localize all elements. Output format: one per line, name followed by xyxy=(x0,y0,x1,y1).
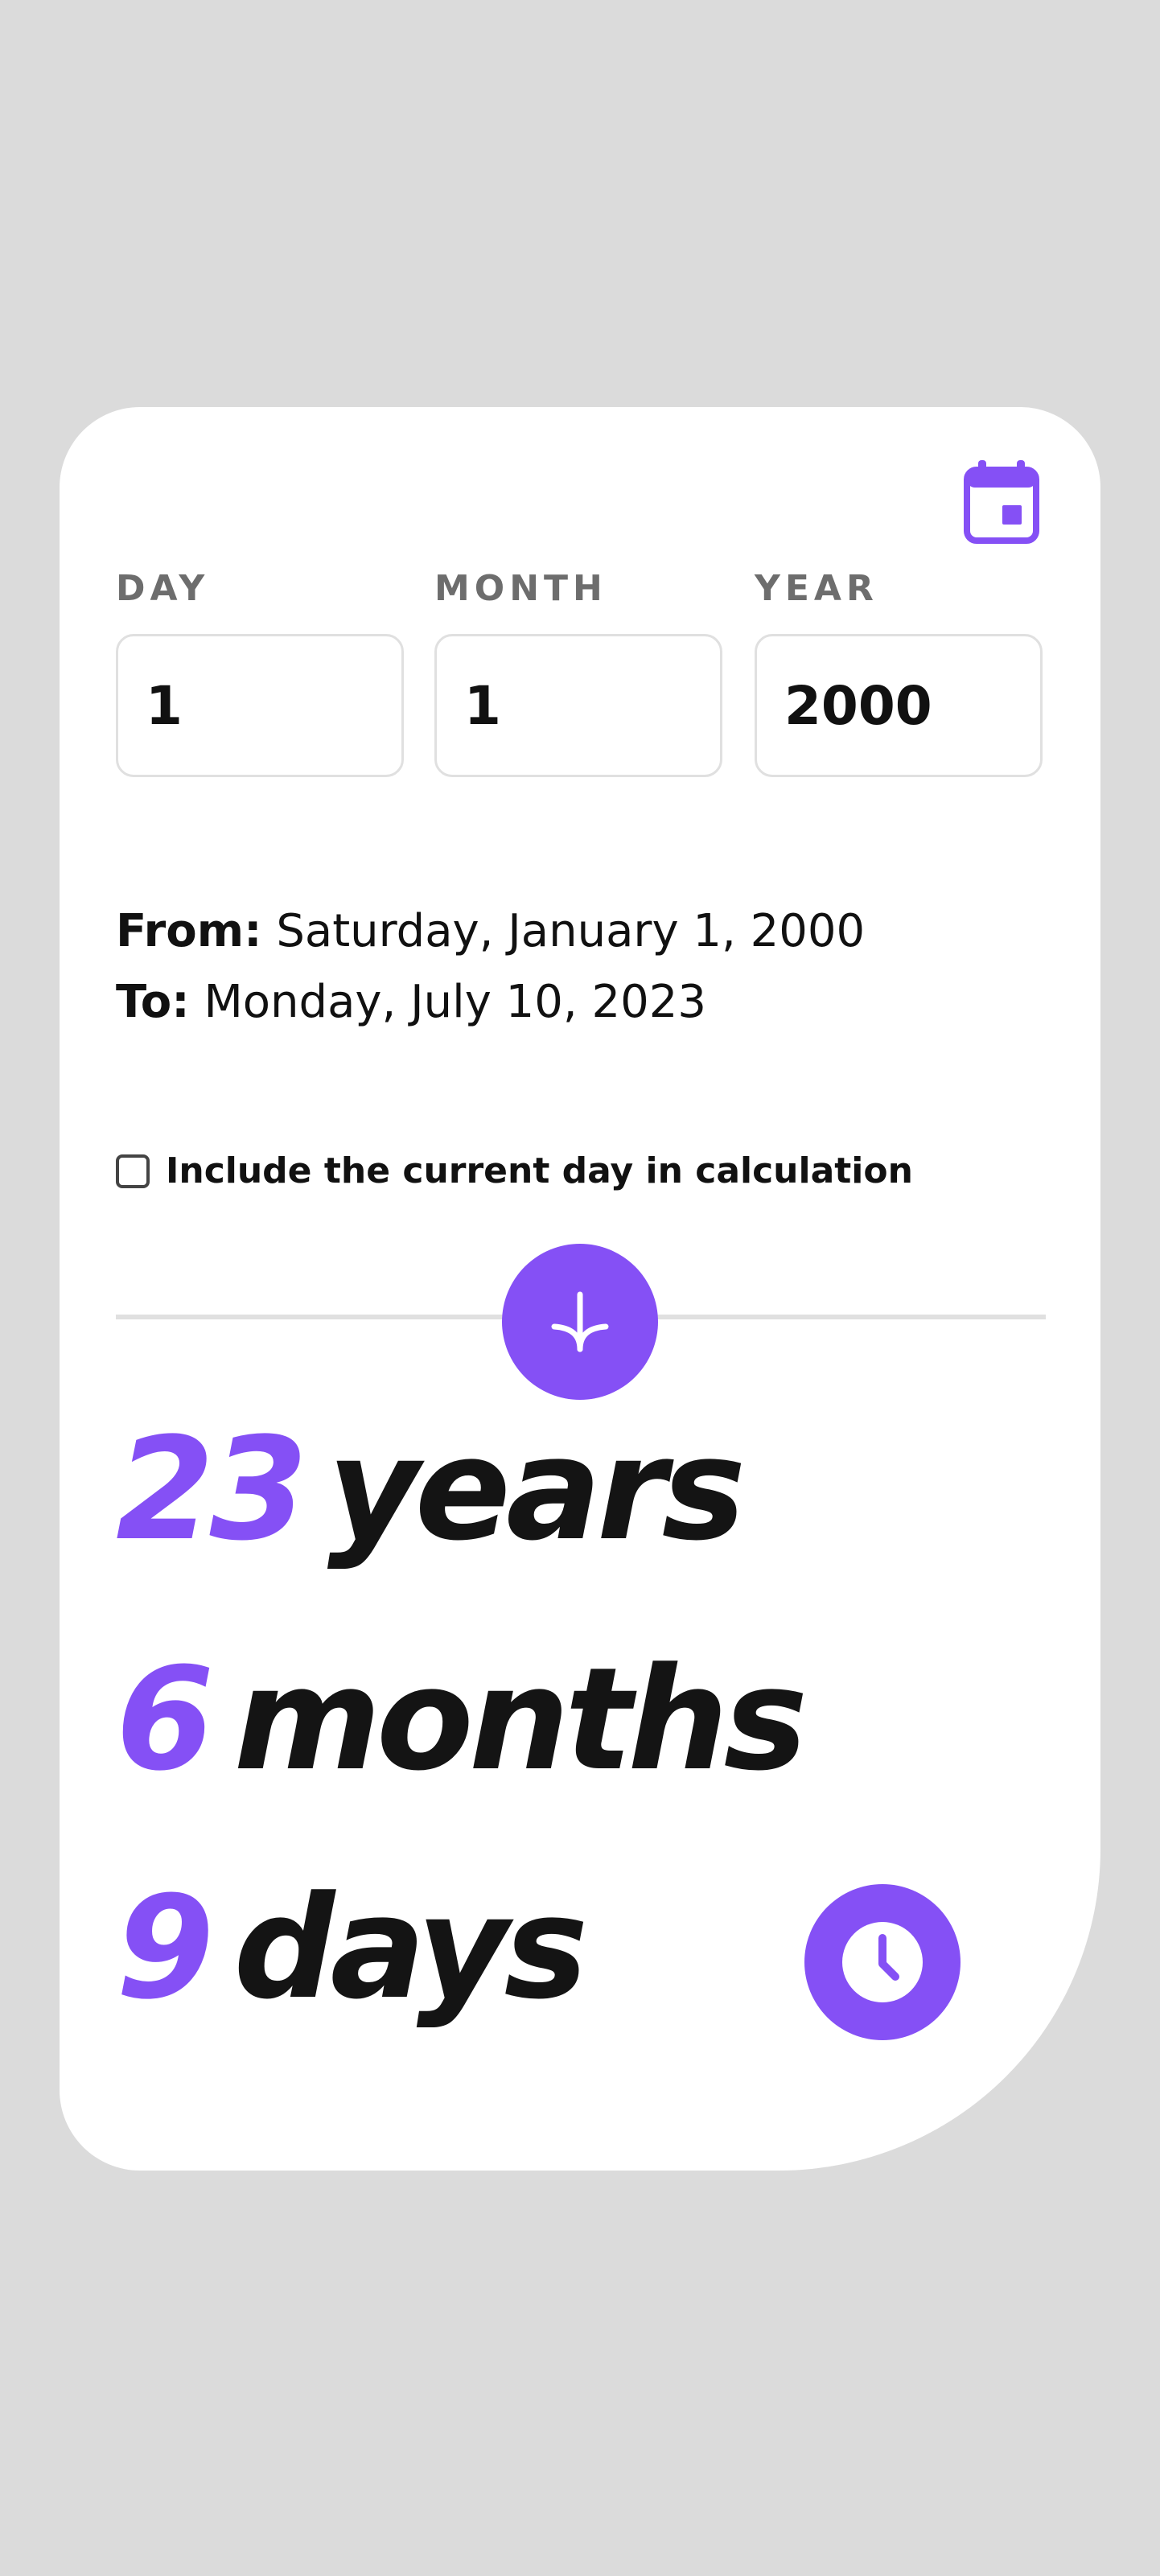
from-value: Saturday, January 1, 2000 xyxy=(276,905,866,957)
year-label: YEAR xyxy=(755,568,878,609)
from-label: From: xyxy=(116,905,262,957)
to-line: To: Monday, July 10, 2023 xyxy=(116,967,865,1038)
month-input[interactable] xyxy=(434,634,722,777)
result-days: 9 days xyxy=(116,1878,588,2019)
include-current-day-label: Include the current day in calculation xyxy=(166,1150,913,1191)
to-value: Monday, July 10, 2023 xyxy=(204,976,707,1028)
year-input[interactable] xyxy=(755,634,1043,777)
days-label: days xyxy=(233,1866,588,2031)
result-years: 23 years xyxy=(116,1419,746,1561)
months-label: months xyxy=(233,1637,808,1802)
days-value: 9 xyxy=(116,1866,214,2031)
day-input[interactable] xyxy=(116,634,404,777)
years-label: years xyxy=(327,1407,746,1572)
calendar-icon[interactable] xyxy=(964,460,1039,544)
date-summary: From: Saturday, January 1, 2000 To: Mond… xyxy=(116,896,865,1038)
age-calculator-card: DAY MONTH YEAR From: Saturday, January 1… xyxy=(60,407,1100,2171)
to-label: To: xyxy=(116,976,190,1028)
result-months: 6 months xyxy=(116,1649,808,1791)
from-line: From: Saturday, January 1, 2000 xyxy=(116,896,865,967)
calculate-button[interactable] xyxy=(502,1244,658,1400)
clock-button[interactable] xyxy=(804,1884,960,2040)
include-current-day-option[interactable]: Include the current day in calculation xyxy=(116,1150,913,1191)
month-label: MONTH xyxy=(434,568,607,609)
day-label: DAY xyxy=(116,568,210,609)
months-value: 6 xyxy=(116,1637,214,1802)
years-value: 23 xyxy=(116,1407,308,1572)
include-current-day-checkbox[interactable] xyxy=(116,1154,150,1188)
